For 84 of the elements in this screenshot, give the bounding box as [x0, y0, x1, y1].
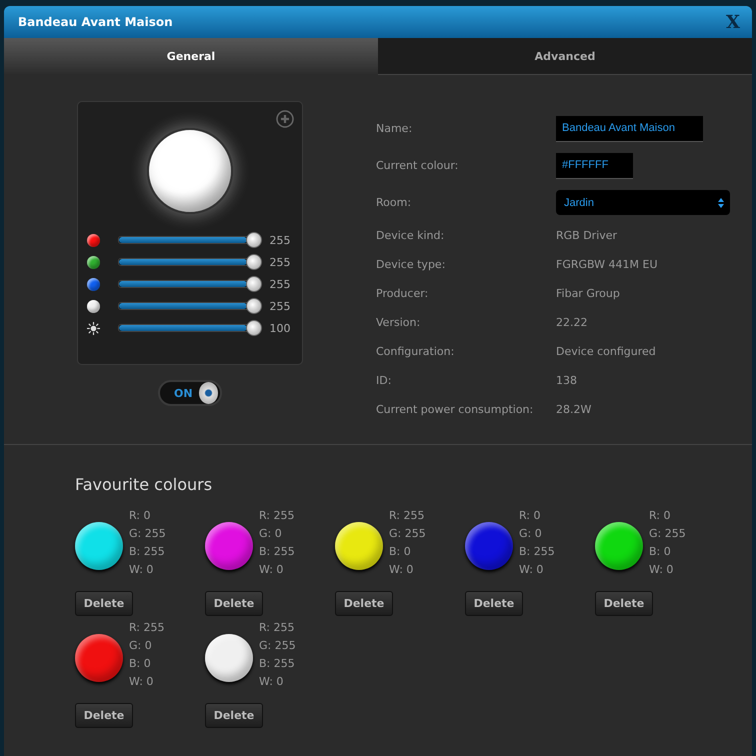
channel-value: G: 255 [259, 638, 296, 653]
field-label: Name: [376, 122, 414, 135]
delete-button[interactable]: Delete [335, 591, 393, 616]
field-label: Device type: [376, 258, 446, 271]
channel-value: R: 255 [259, 508, 295, 523]
delete-button[interactable]: Delete [75, 703, 133, 728]
field-label: Device kind: [376, 229, 446, 242]
delete-button[interactable]: Delete [75, 591, 133, 616]
field-label: ID: [376, 374, 392, 387]
field-label: Room: [376, 196, 412, 209]
slider-thumb[interactable] [246, 254, 262, 270]
add-icon[interactable] [276, 110, 294, 128]
channel-value: W: 0 [519, 562, 544, 577]
field-value: 138 [556, 374, 577, 387]
field-value: Fibar Group [556, 287, 620, 300]
room-select[interactable]: Jardin [556, 190, 730, 215]
field-value: FGRGBW 441M EU [556, 258, 658, 271]
channel-value: R: 255 [259, 620, 296, 635]
channel-value: W: 0 [129, 562, 154, 577]
channel-value: G: 0 [259, 526, 283, 541]
delete-button[interactable]: Delete [595, 591, 653, 616]
tab[interactable]: General [4, 38, 378, 75]
channel-value: G: 255 [129, 526, 166, 541]
slider-thumb[interactable] [246, 232, 262, 248]
channel-value: G: 0 [519, 526, 543, 541]
input-field[interactable]: #FFFFFF [556, 152, 633, 178]
brightness-icon [86, 322, 100, 334]
slider-value: 255 [270, 256, 292, 268]
field-label: Configuration: [376, 345, 456, 358]
channel-value: B: 255 [259, 544, 295, 559]
colour-ball[interactable] [595, 522, 643, 570]
field-value: 28.2W [556, 403, 592, 416]
field-label: Current colour: [376, 159, 460, 172]
field-label: Producer: [376, 287, 430, 300]
channel-value: G: 255 [649, 526, 686, 541]
delete-button[interactable]: Delete [205, 703, 263, 728]
field-value: RGB Driver [556, 229, 618, 242]
field-label: Version: [376, 316, 422, 329]
section-title: Favourite colours [75, 475, 214, 494]
slider-value: 255 [270, 278, 292, 290]
colour-ball[interactable] [75, 522, 123, 570]
slider-value: 255 [270, 234, 292, 246]
slider[interactable] [118, 254, 262, 270]
slider[interactable] [118, 276, 262, 292]
tab[interactable]: Advanced [378, 38, 752, 75]
channel-value: R: 255 [389, 508, 426, 523]
channel-value: W: 0 [129, 674, 154, 689]
delete-button[interactable]: Delete [465, 591, 523, 616]
channel-value: R: 0 [649, 508, 672, 523]
channel-value: R: 0 [129, 508, 152, 523]
field-value: Device configured [556, 345, 656, 358]
colour-ball[interactable] [205, 634, 253, 682]
slider[interactable] [118, 320, 262, 336]
channel-value: B: 255 [129, 544, 166, 559]
channel-value: W: 0 [259, 562, 284, 577]
slider[interactable] [118, 232, 262, 248]
slider-value: 100 [270, 322, 292, 334]
slider-thumb[interactable] [246, 276, 262, 292]
delete-button[interactable]: Delete [205, 591, 263, 616]
channel-value: R: 255 [129, 620, 165, 635]
slider-thumb[interactable] [246, 298, 262, 314]
colour-ball[interactable] [75, 634, 123, 682]
updown-arrows-icon [718, 198, 724, 208]
channel-value: G: 0 [129, 638, 153, 653]
colour-ball[interactable] [335, 522, 383, 570]
channel-value: B: 255 [259, 656, 296, 671]
channel-value: B: 0 [649, 544, 672, 559]
channel-value: G: 255 [389, 526, 426, 541]
channel-value: W: 0 [259, 674, 284, 689]
input-field[interactable]: Bandeau Avant Maison [556, 116, 703, 142]
slider[interactable] [118, 298, 262, 314]
field-value: 22.22 [556, 316, 588, 329]
channel-value: B: 0 [129, 656, 152, 671]
channel-value: B: 255 [519, 544, 555, 559]
slider-thumb[interactable] [246, 320, 262, 336]
window-title: Bandeau Avant Maison [18, 15, 173, 29]
channel-value: B: 0 [389, 544, 412, 559]
channel-value: W: 0 [649, 562, 674, 577]
channel-value: W: 0 [389, 562, 414, 577]
power-toggle[interactable]: ON [158, 380, 222, 406]
colour-ball[interactable] [205, 522, 253, 570]
field-label: Current power consumption: [376, 403, 534, 416]
slider-value: 255 [270, 300, 292, 312]
channel-value: R: 0 [519, 508, 542, 523]
